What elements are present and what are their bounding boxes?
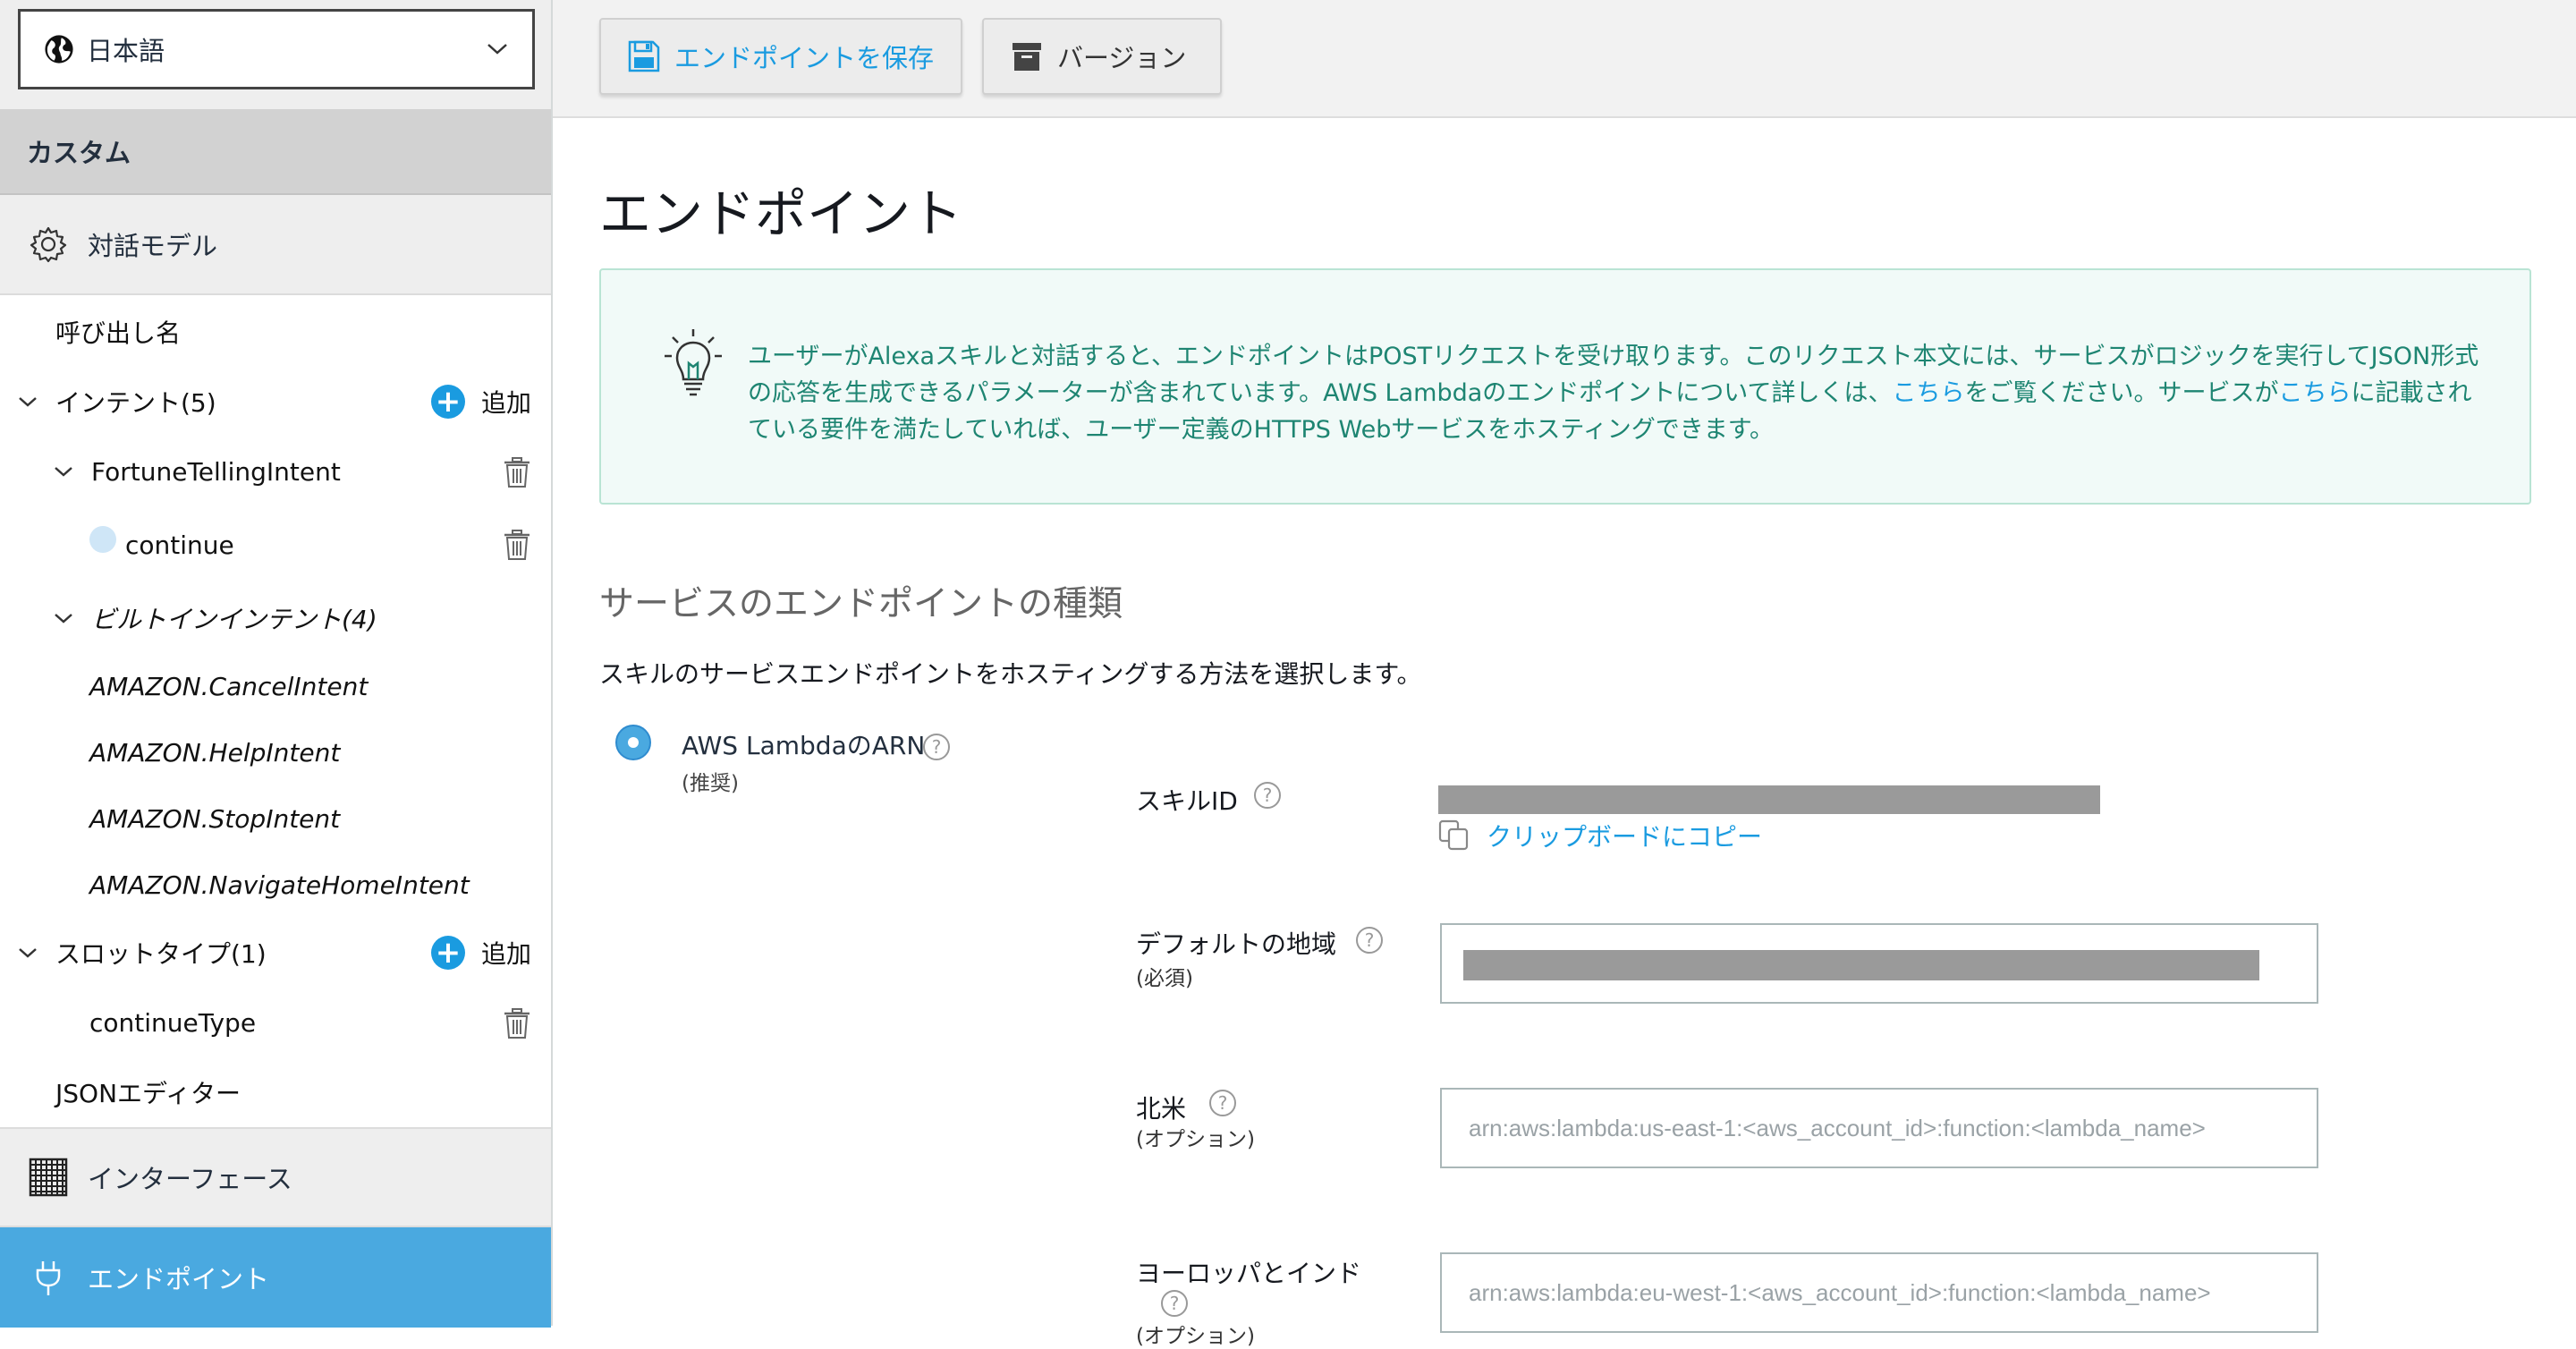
sidebar-item-builtin-intents[interactable]: ビルトインインテント(4): [0, 583, 551, 653]
europe-india-label: ヨーロッパとインド: [1136, 1259, 1362, 1288]
default-region-value-redacted: [1463, 950, 2259, 980]
invocation-label: 呼び出し名: [55, 318, 182, 348]
info-callout: ユーザーがAlexaスキルと対話すると、エンドポイントはPOSTリクエストを受け…: [599, 268, 2531, 505]
language-select[interactable]: 日本語: [18, 9, 535, 89]
sidebar-item-builtin-intent[interactable]: AMAZON.NavigateHomeIntent: [0, 852, 551, 918]
grid-icon: [29, 1158, 68, 1197]
sidebar-item-invocation[interactable]: 呼び出し名: [0, 297, 551, 367]
sidebar-item-builtin-intent[interactable]: AMAZON.StopIntent: [0, 785, 551, 852]
slot-name: continue: [125, 530, 234, 560]
default-region-required: (必須): [1136, 967, 1193, 990]
json-editor-label: JSONエディター: [55, 1079, 242, 1108]
nav-endpoint-label: エンドポイント: [88, 1264, 270, 1294]
builtin-intent-name: AMAZON.StopIntent: [89, 803, 341, 834]
gear-icon: [30, 226, 67, 263]
endpoint-type-description: スキルのサービスエンドポイントをホスティングする方法を選択します。: [599, 659, 1422, 689]
save-endpoint-button[interactable]: エンドポイントを保存: [599, 18, 962, 95]
sidebar-item-slot-types[interactable]: スロットタイプ(1) + 追加: [0, 918, 551, 988]
nav-endpoint[interactable]: エンドポイント: [0, 1227, 551, 1328]
slot-bullet-icon: [89, 526, 116, 553]
sidebar-item-builtin-intent[interactable]: AMAZON.HelpIntent: [0, 719, 551, 785]
nav-interaction-model-label: 対話モデル: [88, 231, 218, 261]
copy-to-clipboard-label: クリップボードにコピー: [1487, 822, 1763, 852]
help-icon[interactable]: ?: [1161, 1290, 1188, 1317]
info-text: ユーザーがAlexaスキルと対話すると、エンドポイントはPOSTリクエストを受け…: [748, 338, 2487, 448]
chevron-down-icon: [487, 44, 507, 55]
archive-box-icon: [1013, 43, 1041, 71]
skill-id-label: スキルID: [1136, 786, 1238, 816]
nav-interaction-model[interactable]: 対話モデル: [0, 195, 551, 295]
toolbar: エンドポイントを保存 バージョン: [553, 0, 2576, 118]
slot-type-name: continueType: [89, 1007, 257, 1038]
chevron-down-icon[interactable]: [52, 611, 75, 625]
north-america-label: 北米: [1136, 1094, 1187, 1124]
lambda-arn-recommended: (推奨): [682, 772, 739, 795]
lightbulb-icon: [665, 329, 722, 396]
default-region-input[interactable]: [1440, 923, 2318, 1004]
sidebar: 日本語 カスタム 対話モデル 呼び出し名 インテント(5) + 追加 Fortu…: [0, 0, 553, 1328]
sidebar-item-builtin-intent[interactable]: AMAZON.CancelIntent: [0, 653, 551, 719]
custom-label: カスタム: [27, 138, 131, 168]
slot-types-label: スロットタイプ(1): [55, 939, 267, 969]
north-america-optional: (オプション): [1136, 1128, 1255, 1151]
help-icon[interactable]: ?: [1209, 1090, 1236, 1116]
sidebar-item-slot[interactable]: continue: [0, 506, 551, 583]
default-region-label: デフォルトの地域: [1136, 929, 1337, 959]
chevron-down-icon[interactable]: [52, 464, 75, 479]
help-icon[interactable]: ?: [1356, 927, 1383, 954]
info-text-part2: をご覧ください。サービスが: [1964, 379, 2279, 407]
sidebar-item-slot-type[interactable]: continueType: [0, 988, 551, 1057]
globe-icon: [45, 35, 73, 64]
floppy-disk-icon: [628, 40, 660, 72]
trash-icon[interactable]: [503, 457, 531, 488]
language-area: 日本語: [0, 0, 551, 109]
lambda-arn-radio[interactable]: [615, 725, 651, 760]
europe-india-arn-input[interactable]: [1440, 1252, 2318, 1333]
endpoint-type-heading: サービスのエンドポイントの種類: [599, 584, 1123, 624]
nav-interfaces-label: インターフェース: [88, 1164, 292, 1194]
sidebar-item-intent[interactable]: FortuneTellingIntent: [0, 437, 551, 506]
info-link-lambda[interactable]: こちら: [1892, 379, 1964, 407]
copy-icon: [1438, 819, 1469, 851]
intent-name: FortuneTellingIntent: [91, 456, 341, 487]
save-endpoint-label: エンドポイントを保存: [674, 43, 935, 73]
plus-circle-icon: +: [430, 385, 465, 419]
lambda-arn-label: AWS LambdaのARN: [682, 731, 926, 760]
trash-icon[interactable]: [503, 1008, 531, 1039]
europe-india-optional: (オプション): [1136, 1325, 1255, 1348]
add-intent-button[interactable]: + 追加: [430, 367, 531, 437]
help-icon[interactable]: ?: [1254, 782, 1281, 809]
north-america-arn-input[interactable]: [1440, 1088, 2318, 1168]
main-content: エンドポイント ユーザーがAlexaスキルと対話すると、エンドポイントはPOST…: [553, 118, 2576, 1348]
copy-to-clipboard-link[interactable]: クリップボードにコピー: [1438, 818, 1762, 853]
language-value: 日本語: [87, 36, 165, 66]
add-slot-type-label: 追加: [480, 939, 531, 969]
custom-section-header: カスタム: [0, 109, 551, 195]
version-button[interactable]: バージョン: [982, 18, 1222, 95]
builtin-intents-label: ビルトインインテント(4): [91, 605, 377, 634]
help-icon[interactable]: ?: [923, 734, 950, 760]
builtin-intent-name: AMAZON.CancelIntent: [89, 671, 369, 701]
plug-icon: [36, 1261, 61, 1295]
trash-icon[interactable]: [503, 530, 531, 560]
plus-circle-icon: +: [430, 936, 465, 970]
sidebar-item-json-editor[interactable]: JSONエディター: [0, 1057, 551, 1127]
add-slot-type-button[interactable]: + 追加: [430, 918, 531, 988]
chevron-down-icon[interactable]: [16, 395, 39, 409]
nav-interfaces[interactable]: インターフェース: [0, 1127, 551, 1227]
add-intent-label: 追加: [480, 388, 531, 418]
builtin-intent-name: AMAZON.HelpIntent: [89, 737, 341, 768]
skill-id-value-redacted: [1438, 785, 2100, 814]
builtin-intent-name: AMAZON.NavigateHomeIntent: [89, 870, 470, 900]
info-link-requirements[interactable]: こちら: [2278, 379, 2351, 407]
sidebar-item-intents[interactable]: インテント(5) + 追加: [0, 367, 551, 437]
page-title: エンドポイント: [599, 183, 963, 244]
chevron-down-icon[interactable]: [16, 946, 39, 960]
version-label: バージョン: [1057, 43, 1187, 73]
intents-label: インテント(5): [55, 388, 216, 418]
